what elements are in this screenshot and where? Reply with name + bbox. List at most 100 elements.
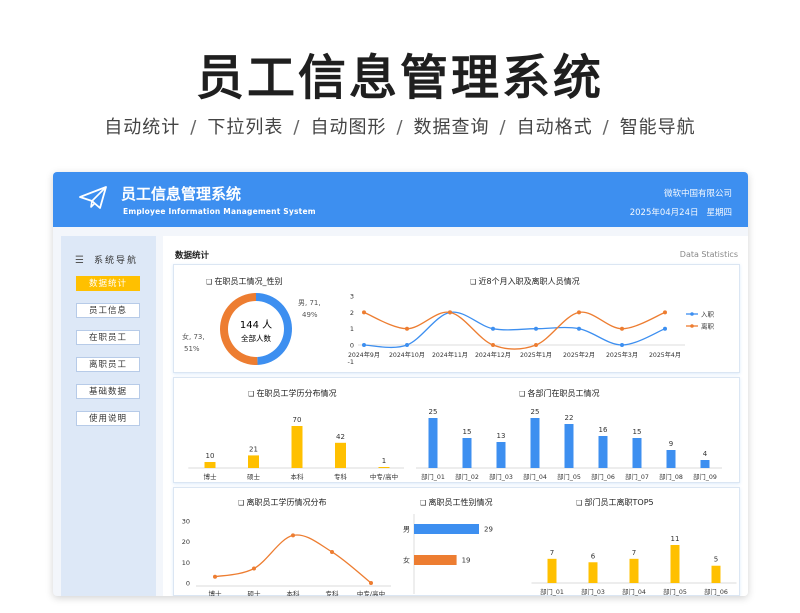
data-label: 42 xyxy=(336,433,345,441)
company-name: 微软中国有限公司 xyxy=(663,189,732,199)
hero-title: 员工信息管理系统 xyxy=(195,50,604,106)
data-label: 70 xyxy=(293,416,302,424)
data-point-离职 xyxy=(362,310,366,315)
nav-item-employee-info[interactable]: 员工信息 xyxy=(76,303,140,318)
x-tick-label: 部门_04 xyxy=(523,472,547,481)
data-point-入职 xyxy=(405,343,409,347)
data-label: 15 xyxy=(463,428,472,436)
department-bar-chart: 25 部门_01 15 部门_02 13 部门_03 25 部门_04 22 部门_05 16 部门_… xyxy=(416,408,722,481)
y-tick-label: -1 xyxy=(348,358,354,366)
main-content: 数据统计 Data Statistics 在职员工情况_性别 近8个月入职及离职… xyxy=(163,236,748,596)
feature-separator: / xyxy=(396,117,404,138)
data-label: 9 xyxy=(669,440,673,448)
feature-item: 自动统计 xyxy=(104,117,181,138)
nav-item-resigned-employees[interactable]: 离职员工 xyxy=(76,357,140,372)
x-tick-label: 2025年2月 xyxy=(563,351,595,359)
x-tick-label: 部门_08 xyxy=(659,472,683,481)
resigned-education-line-chart: 0 10 20 30 博士 硕士 本科 专科 中专/高中 xyxy=(182,517,391,596)
app-header: 员工信息管理系统 Employee Information Management… xyxy=(53,172,748,227)
page-subtitle: Data Statistics xyxy=(679,250,738,259)
data-label: 6 xyxy=(591,552,596,560)
legend-label: 离职 xyxy=(701,322,715,331)
feature-list: 自动统计 / 下拉列表 / 自动图形 / 数据查询 / 自动格式 / 智能导航 xyxy=(0,113,800,139)
pie-center-value: 144 人 xyxy=(240,319,272,331)
data-label: 15 xyxy=(633,428,642,436)
x-tick-label: 2024年12月 xyxy=(475,351,511,359)
bar-女 xyxy=(414,555,457,565)
data-point-入职 xyxy=(362,343,366,347)
data-point-离职 xyxy=(448,310,452,315)
feature-item: 自动格式 xyxy=(516,117,593,138)
bar-部门_03 xyxy=(588,562,598,583)
x-tick-label: 2025年4月 xyxy=(649,351,681,359)
bar-部门_03 xyxy=(496,442,506,468)
bar-部门_02 xyxy=(462,438,472,468)
x-tick-label: 部门_05 xyxy=(557,472,581,481)
data-point xyxy=(291,533,295,538)
feature-item: 智能导航 xyxy=(619,117,696,138)
nav-item-data-stats[interactable]: 数据统计 xyxy=(76,276,140,291)
x-tick-label: 专科 xyxy=(326,589,340,596)
y-tick-label: 0 xyxy=(350,342,354,350)
data-point-入职 xyxy=(620,343,624,347)
feature-item: 数据查询 xyxy=(413,117,490,138)
x-tick-label: 部门_09 xyxy=(693,472,717,481)
resigned-top5-bar-chart: 7 部门_01 6 部门_03 7 部门_04 11 部门_05 5 部门_06 xyxy=(531,535,737,596)
x-tick-label: 部门_06 xyxy=(591,472,615,481)
data-label: 13 xyxy=(497,432,506,440)
bar-男 xyxy=(414,524,479,534)
data-label: 29 xyxy=(484,526,493,534)
bar-本科 xyxy=(291,426,303,468)
app-title: 员工信息管理系统 xyxy=(121,185,242,203)
data-point xyxy=(213,574,217,579)
bar-部门_06 xyxy=(711,565,721,583)
feature-separator: / xyxy=(190,117,198,138)
pie-label-female: 女, 73, xyxy=(182,332,205,341)
x-tick-label: 部门_07 xyxy=(625,472,649,481)
app-subtitle: Employee Information Management System xyxy=(123,207,316,216)
x-tick-label: 2025年3月 xyxy=(606,351,638,359)
page-title: 数据统计 xyxy=(175,251,210,261)
feature-separator: / xyxy=(293,117,301,138)
legend-marker xyxy=(690,312,694,316)
y-tick-label: 3 xyxy=(350,293,354,301)
x-tick-label: 本科 xyxy=(287,589,301,596)
nav-item-active-employees[interactable]: 在职员工 xyxy=(76,330,140,345)
nav-heading: ☰ 系统导航 xyxy=(75,253,138,266)
data-point-入职 xyxy=(663,326,667,331)
x-tick-label: 博士 xyxy=(209,589,223,596)
data-point-离职 xyxy=(620,326,624,331)
data-point-离职 xyxy=(405,326,409,331)
y-tick-label: 男 xyxy=(403,526,410,534)
y-tick-label: 女 xyxy=(403,556,410,565)
data-point xyxy=(330,549,334,554)
data-label: 16 xyxy=(599,426,608,434)
data-label: 25 xyxy=(531,408,540,416)
bar-博士 xyxy=(204,462,216,468)
feature-separator: / xyxy=(499,117,507,138)
bar-硕士 xyxy=(248,455,259,468)
y-tick-label: 0 xyxy=(186,580,190,588)
pie-label-male: 男, 71, xyxy=(298,299,321,307)
x-tick-label: 本科 xyxy=(291,472,305,481)
bar-部门_05 xyxy=(564,424,574,468)
data-label: 4 xyxy=(703,450,708,458)
panel-overview: 在职员工情况_性别 近8个月入职及离职人员情况 144 人全部人数 男, 71, 4… xyxy=(173,264,740,373)
paper-plane-icon xyxy=(79,186,107,209)
nav-item-base-data[interactable]: 基础数据 xyxy=(76,384,140,399)
data-label: 25 xyxy=(429,408,438,416)
x-tick-label: 中专/高中 xyxy=(370,472,398,481)
nav-heading-label: 系统导航 xyxy=(93,256,138,266)
pie-label-female-pct: 51% xyxy=(184,345,200,353)
x-tick-label: 2025年1月 xyxy=(520,351,552,359)
bar-部门_01 xyxy=(547,558,557,583)
chart-title-resigned-gender: 离职员工性别情况 xyxy=(420,497,493,508)
data-label: 19 xyxy=(462,557,471,565)
bar-部门_01 xyxy=(428,418,438,468)
x-tick-label: 部门_02 xyxy=(455,472,479,481)
x-tick-label: 硕士 xyxy=(248,589,262,596)
x-tick-label: 部门_01 xyxy=(421,472,445,481)
data-point-入职 xyxy=(534,326,538,331)
bar-专科 xyxy=(335,442,346,468)
nav-item-help[interactable]: 使用说明 xyxy=(76,411,140,426)
